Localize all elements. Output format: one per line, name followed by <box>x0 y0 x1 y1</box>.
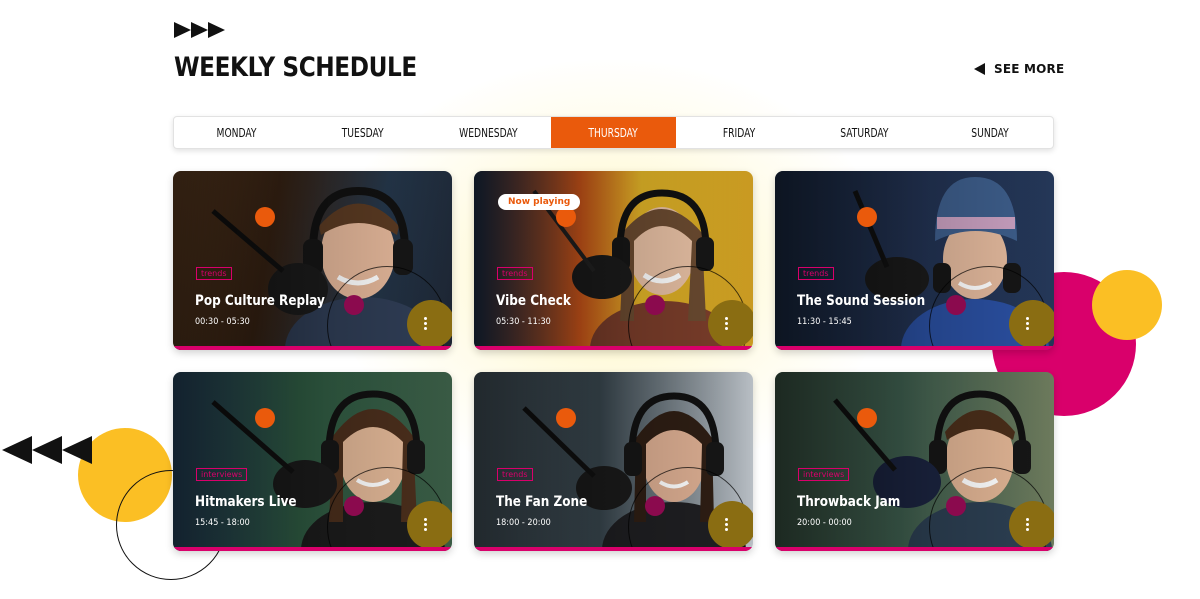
show-tag: interviews <box>196 468 248 481</box>
show-menu-button[interactable] <box>407 501 452 549</box>
decor-dot <box>556 207 576 227</box>
decor-dot <box>556 408 576 428</box>
show-menu-button[interactable] <box>1009 300 1054 348</box>
decor-dot <box>255 408 275 428</box>
day-tabs: MONDAY TUESDAY WEDNESDAY THURSDAY FRIDAY… <box>173 116 1054 149</box>
show-tag: trends <box>497 267 533 280</box>
show-menu-button[interactable] <box>708 300 753 348</box>
decor-dot <box>255 207 275 227</box>
show-name: The Fan Zone <box>496 494 588 510</box>
show-menu-button[interactable] <box>708 501 753 549</box>
show-menu-button[interactable] <box>407 300 452 348</box>
decor-dot <box>645 295 665 315</box>
show-name: The Sound Session <box>797 293 926 309</box>
tab-tuesday[interactable]: TUESDAY <box>300 117 426 148</box>
tab-sunday[interactable]: SUNDAY <box>927 117 1053 148</box>
show-card[interactable]: trends The Sound Session 11:30 - 15:45 <box>775 171 1054 350</box>
show-menu-button[interactable] <box>1009 501 1054 549</box>
decor-dot <box>857 207 877 227</box>
show-grid: trends Pop Culture Replay 00:30 - 05:30 <box>173 171 1054 551</box>
tab-monday[interactable]: MONDAY <box>174 117 300 148</box>
decor-dot <box>645 496 665 516</box>
show-time: 05:30 - 11:30 <box>496 317 551 327</box>
decor-dot <box>946 496 966 516</box>
tab-thursday[interactable]: THURSDAY <box>550 117 677 148</box>
see-more-label: SEE MORE <box>994 62 1065 76</box>
triangle-left-icon <box>974 63 985 75</box>
decor-dot <box>857 408 877 428</box>
see-more-link[interactable]: SEE MORE <box>974 62 1064 76</box>
show-tag: trends <box>497 468 533 481</box>
show-tag: interviews <box>798 468 850 481</box>
show-card[interactable]: interviews Hitmakers Live 15:45 - 18:00 <box>173 372 452 551</box>
tab-wednesday[interactable]: WEDNESDAY <box>425 117 551 148</box>
page-title: WEEKLY SCHEDULE <box>174 52 417 83</box>
schedule-page: WEEKLY SCHEDULE SEE MORE MONDAY TUESDAY … <box>0 0 1200 599</box>
show-name: Throwback Jam <box>797 494 901 510</box>
decor-dot <box>344 295 364 315</box>
show-name: Hitmakers Live <box>195 494 297 510</box>
show-card[interactable]: interviews Throwback Jam 20:00 - 00:00 <box>775 372 1054 551</box>
now-playing-badge: Now playing <box>498 194 581 210</box>
tab-friday[interactable]: FRIDAY <box>676 117 802 148</box>
show-card[interactable]: trends Pop Culture Replay 00:30 - 05:30 <box>173 171 452 350</box>
decor-yellow-circle-right <box>1092 270 1162 340</box>
show-name: Vibe Check <box>496 293 571 309</box>
show-time: 11:30 - 15:45 <box>797 317 852 327</box>
show-tag: trends <box>196 267 232 280</box>
show-card[interactable]: Now playing trends Vibe Check 05:30 - 11… <box>474 171 753 350</box>
tab-saturday[interactable]: SATURDAY <box>802 117 928 148</box>
fast-forward-arrows-icon <box>174 22 225 38</box>
show-time: 15:45 - 18:00 <box>195 518 250 528</box>
show-time: 00:30 - 05:30 <box>195 317 250 327</box>
show-name: Pop Culture Replay <box>195 293 325 309</box>
rewind-arrows-icon <box>2 436 92 464</box>
decor-dot <box>946 295 966 315</box>
decor-dot <box>344 496 364 516</box>
show-tag: trends <box>798 267 834 280</box>
show-card[interactable]: trends The Fan Zone 18:00 - 20:00 <box>474 372 753 551</box>
show-time: 18:00 - 20:00 <box>496 518 551 528</box>
show-time: 20:00 - 00:00 <box>797 518 852 528</box>
